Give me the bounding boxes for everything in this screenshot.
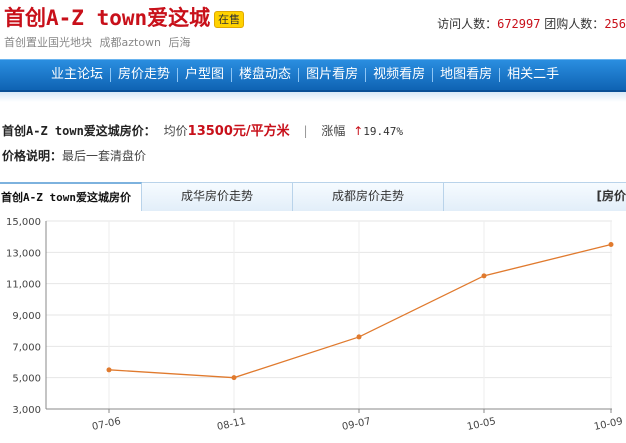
price-divider: | [303,124,308,138]
group-label: 团购人数： [544,17,605,31]
price-chart: 3,000 5,000 7,000 9,000 11,000 13,000 15,000 07… [0,211,626,443]
y-tick-label: 3,000 [12,405,41,416]
up-arrow-icon: ↑ [353,124,364,138]
nav-shadow [0,92,626,102]
nav-item-floor-plans[interactable]: 户型图 [178,60,231,90]
price-tabs: 首创A-Z town爱这城房价 成华房价走势 成都房价走势 [房价 [0,182,626,214]
price-note-value: 最后一套清盘价 [62,149,147,163]
x-tick-label: 09-07 [341,416,372,433]
y-tick-label: 13,000 [6,248,41,259]
price-line-chart: 3,000 5,000 7,000 9,000 11,000 13,000 15,000 07… [6,217,624,433]
nav-item-map[interactable]: 地图看房 [433,60,499,90]
tab-label: 首创A-Z town爱这城房价 [1,191,131,204]
y-tick-label: 11,000 [6,280,41,291]
tab-label: [房价 [596,189,626,203]
price-summary: 首创A-Z town爱这城房价： 均价13500元/平方米 | 涨幅 ↑19.4… [2,120,403,139]
data-point [106,367,112,373]
visitors-count: 672997 [497,17,541,31]
group-count: 256 [604,17,626,31]
title-row: 首创A-Z town爱这城 在售 [4,2,245,32]
on-sale-badge: 在售 [214,10,245,28]
avg-price-value: 13500元/平方米 [187,124,290,139]
nav-item-price-trend[interactable]: 房价走势 [111,60,177,90]
tab-chengdu-trend[interactable]: 成都房价走势 [293,183,444,211]
subtitle-area[interactable]: 后海 [169,36,191,49]
data-point [481,273,487,279]
tab-label: 成华房价走势 [180,189,253,203]
subtitle-project[interactable]: 成都aztown [100,36,162,49]
estate-subtitle: 首创置业国光地块 成都aztown 后海 [4,34,195,50]
data-point [356,334,362,340]
change-label: 涨幅 [321,124,346,138]
y-tick-label: 9,000 [12,311,41,322]
data-point [608,242,614,247]
y-tick-label: 5,000 [12,374,41,385]
visitor-stats: 访问人数：672997 团购人数：256 [437,15,626,32]
page-header: 首创A-Z town爱这城 在售 首创置业国光地块 成都aztown 后海 访问… [0,0,626,58]
nav-item-forum[interactable]: 业主论坛 [44,60,110,90]
x-tick-label: 08-11 [216,416,247,433]
tab-label: 成都房价走势 [331,189,404,203]
nav-item-videos[interactable]: 视频看房 [366,60,432,90]
avg-price-label: 均价 [163,124,188,138]
tab-estate-price[interactable]: 首创A-Z town爱这城房价 [0,182,142,214]
y-tick-label: 15,000 [6,217,41,228]
tab-more[interactable]: [房价 [444,183,626,211]
y-tick-label: 7,000 [12,342,41,353]
x-tick-label: 07-06 [91,416,122,433]
subtitle-developer[interactable]: 首创置业国光地块 [4,36,92,49]
nav-item-resale[interactable]: 相关二手 [500,60,566,90]
main-nav: 业主论坛 房价走势 户型图 楼盘动态 图片看房 视频看房 地图看房 相关二手 [0,59,626,92]
price-heading: 首创A-Z town爱这城房价： [2,124,156,138]
x-tick-label: 10-05 [466,416,497,433]
change-value: 19.47% [363,125,403,138]
data-point [231,375,237,381]
price-note-label: 价格说明： [2,149,63,163]
series-line [108,243,612,379]
nav-item-photos[interactable]: 图片看房 [299,60,365,90]
tab-chenghua-trend[interactable]: 成华房价走势 [142,183,293,211]
estate-title[interactable]: 首创A-Z town爱这城 [4,2,210,32]
x-tick-label: 10-09 [593,416,624,433]
visitors-label: 访问人数： [437,17,498,31]
price-note: 价格说明：最后一套清盘价 [2,147,146,164]
nav-item-news[interactable]: 楼盘动态 [232,60,298,90]
